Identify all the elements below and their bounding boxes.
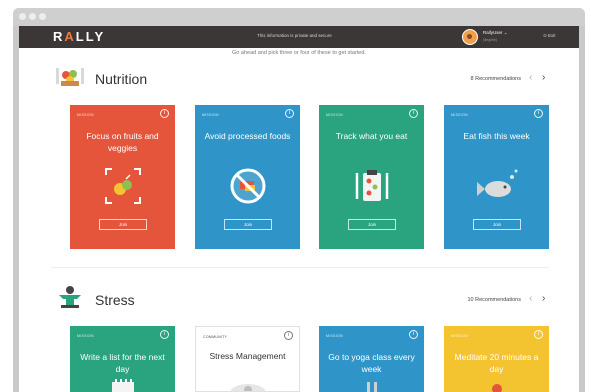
prev-arrow-icon[interactable]: ‹ (529, 293, 532, 304)
user-menu[interactable]: RallyUser ⌄ (483, 30, 508, 36)
card-type: MISSION (326, 334, 343, 338)
card-eat-fish[interactable]: MISSION i Eat fish this week Join (444, 105, 549, 249)
yoga-icon (367, 382, 377, 392)
card-type: COMMUNITY (203, 335, 228, 339)
card-title: Eat fish this week (463, 131, 530, 141)
produce-icon (105, 168, 141, 204)
window-close-button[interactable] (19, 13, 26, 20)
section-stress-header: Stress 10 Recommendations ‹ › (19, 286, 579, 317)
info-icon[interactable]: i (160, 330, 169, 339)
card-type: MISSION (77, 113, 94, 117)
main-content: Go ahead and pick three or four of these… (19, 48, 579, 392)
section-divider (51, 267, 549, 268)
next-arrow-icon[interactable]: › (542, 72, 545, 83)
logo-accent: A (64, 29, 76, 44)
recommendation-count: 8 Recommendations (470, 76, 521, 82)
card-write-list[interactable]: MISSION i Write a list for the next day (70, 326, 175, 392)
card-title: Focus on fruits and veggies (86, 131, 159, 153)
card-title: Track what you eat (335, 131, 408, 141)
logo-text: R (53, 29, 65, 44)
card-type: MISSION (77, 334, 94, 338)
privacy-notice: This information is private and secure (257, 33, 332, 38)
section-title: Stress (95, 292, 135, 308)
fruit-basket-icon (56, 68, 84, 86)
join-button[interactable]: Join (348, 219, 396, 230)
list-icon (112, 379, 134, 392)
next-arrow-icon[interactable]: › (542, 293, 545, 304)
card-stress-management[interactable]: COMMUNITY i Stress Management (195, 326, 300, 392)
fish-icon (477, 169, 518, 197)
info-icon[interactable]: i (409, 109, 418, 118)
food-tracker-icon (355, 170, 389, 201)
browser-window: RALLY This information is private and se… (13, 8, 585, 392)
join-button[interactable]: Join (224, 219, 272, 230)
info-icon[interactable]: i (409, 330, 418, 339)
no-junk-food-icon (230, 168, 266, 204)
exit-link[interactable]: ⊙ Exit (543, 33, 556, 39)
card-title: Stress Management (209, 351, 286, 361)
card-title: Meditate 20 minutes a day (454, 352, 539, 374)
info-icon[interactable]: i (534, 330, 543, 339)
card-title: Write a list for the next day (80, 352, 165, 374)
intro-text: Go ahead and pick three or four of these… (232, 50, 366, 56)
info-icon[interactable]: i (160, 109, 169, 118)
card-type: MISSION (451, 113, 468, 117)
card-type: MISSION (326, 113, 343, 117)
card-title: Go to yoga class every week (328, 352, 415, 374)
info-icon[interactable]: i (285, 109, 294, 118)
meditate-icon (492, 384, 502, 392)
prev-arrow-icon[interactable]: ‹ (529, 72, 532, 83)
card-meditate[interactable]: MISSION i Meditate 20 minutes a day (444, 326, 549, 392)
card-focus-fruits-veggies[interactable]: MISSION i Focus on fruits and veggies Jo… (70, 105, 175, 249)
card-title: Avoid processed foods (204, 131, 291, 141)
recommendation-count: 10 Recommendations (467, 297, 521, 303)
join-button[interactable]: Join (99, 219, 147, 230)
card-yoga-class[interactable]: MISSION i Go to yoga class every week (319, 326, 424, 392)
info-icon[interactable]: i (534, 109, 543, 118)
logo-text-end: LLY (75, 29, 106, 44)
window-zoom-button[interactable] (39, 13, 46, 20)
window-minimize-button[interactable] (29, 13, 36, 20)
community-icon (230, 384, 266, 391)
section-title: Nutrition (95, 71, 148, 87)
user-subtitle: [illegible] (483, 38, 497, 42)
window-titlebar (13, 8, 585, 26)
rally-logo[interactable]: RALLY (53, 29, 105, 44)
card-type: MISSION (202, 113, 219, 117)
app-header: RALLY This information is private and se… (19, 26, 579, 48)
card-track-what-you-eat[interactable]: MISSION i Track what you eat Join (319, 105, 424, 249)
join-button[interactable]: Join (473, 219, 521, 230)
meditation-icon (59, 286, 81, 308)
card-avoid-processed-foods[interactable]: MISSION i Avoid processed foods Join (195, 105, 300, 249)
info-icon[interactable]: i (284, 331, 293, 340)
section-nutrition-header: Nutrition 8 Recommendations ‹ › (19, 66, 579, 96)
avatar[interactable] (462, 29, 478, 45)
card-type: MISSION (451, 334, 468, 338)
